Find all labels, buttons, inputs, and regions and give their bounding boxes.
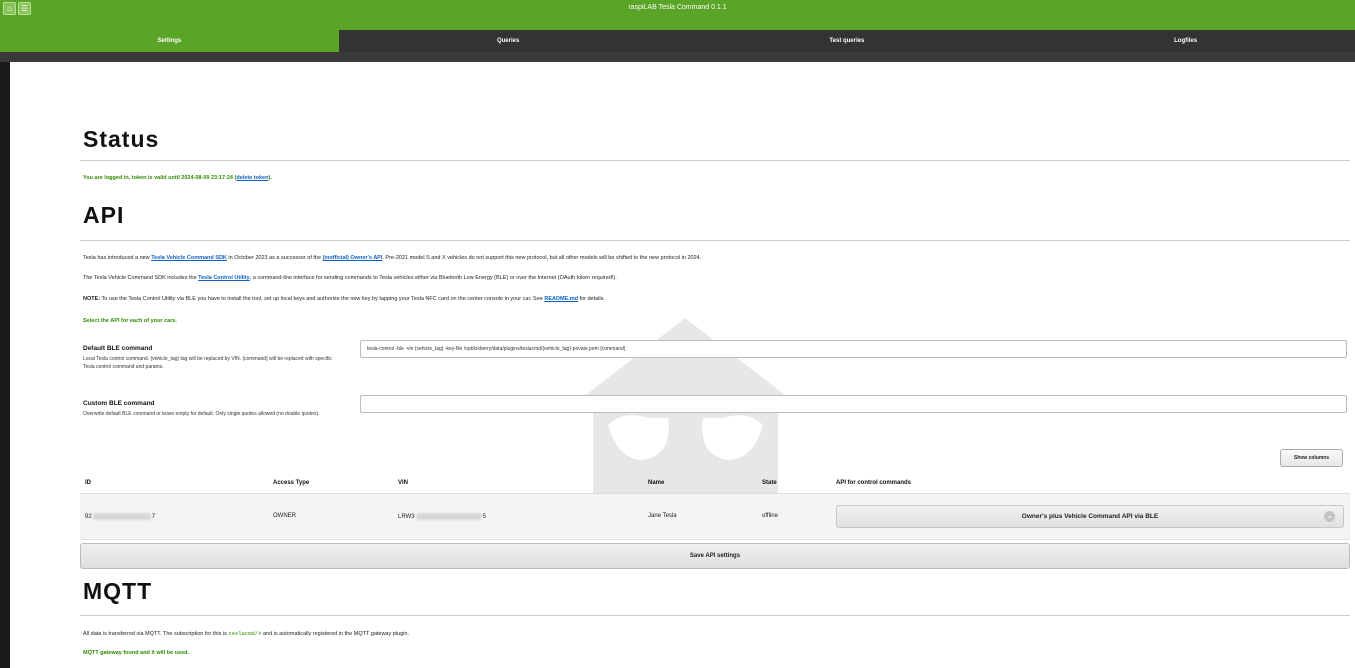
control-utility-paragraph: The Tesla Vehicle Command SDK includes t…	[83, 275, 617, 281]
access-type-cell: OWNER	[273, 513, 296, 519]
mqtt-gateway-status: MQTT gateway found and it will be used.	[83, 650, 190, 656]
tab-bar: Settings Queries Test queries Logfiles	[0, 30, 1355, 52]
custom-ble-label: Custom BLE command	[83, 400, 155, 407]
table-row: 92 7 OWNER LRW3 5 Jane Tesla offline Owner…	[80, 494, 1350, 540]
tab-logfiles[interactable]: Logfiles	[1016, 30, 1355, 52]
app-title: raspiLAB Tesla Command 0.1.1	[628, 4, 727, 11]
tab-queries[interactable]: Queries	[339, 30, 678, 52]
api-intro-paragraph: Tesla has introduced a new Tesla Vehicle…	[83, 255, 701, 261]
status-heading: Status	[83, 126, 160, 152]
tab-bar-shadow	[0, 52, 1355, 62]
vehicle-id-end: 7	[151, 514, 156, 521]
status-divider	[80, 160, 1350, 161]
readme-link[interactable]: README.md	[544, 296, 578, 302]
mqtt-subscription-topic: teslacmd/#	[228, 630, 262, 637]
redacted-id-mask	[92, 513, 151, 520]
vehicle-name-cell: Jane Tesla	[648, 513, 677, 519]
tesla-control-utility-link[interactable]: Tesla Control Utility	[198, 275, 250, 281]
note-label: NOTE:	[83, 296, 101, 302]
api-intro-text: Tesla has introduced a new	[83, 255, 152, 261]
control-utility-text-2: , a command-line interface for sending c…	[249, 275, 617, 281]
custom-ble-input[interactable]	[360, 395, 1347, 413]
mqtt-info-text-2: and is automatically registered in the M…	[261, 631, 409, 637]
api-select[interactable]: Owner's plus Vehicle Command API via BLE…	[836, 505, 1344, 528]
column-header-access-type: Access Type	[273, 480, 310, 486]
api-intro-text-3: . Pre-2021 model S and X vehicles do not…	[382, 255, 702, 261]
default-ble-label: Default BLE command	[83, 345, 153, 352]
default-ble-description: Local Tesla control command. {vehicle_ta…	[83, 356, 332, 370]
note-paragraph: NOTE: To use the Tesla Control Utility v…	[83, 296, 605, 302]
delete-token-link[interactable]: delete token	[236, 175, 268, 181]
column-header-id: ID	[85, 480, 91, 486]
api-divider	[80, 240, 1350, 241]
default-ble-input[interactable]: tesla-control -ble -vin {vehicle_tag} -k…	[360, 340, 1347, 358]
note-text: To use the Tesla Control Utility via BLE…	[100, 296, 545, 302]
login-status: You are logged in, token is valid until …	[83, 175, 272, 181]
control-utility-text: The Tesla Vehicle Command SDK includes t…	[83, 275, 199, 281]
vin-cell: LRW3 5	[398, 513, 486, 520]
mqtt-info-text: All data is transferred via MQTT. The su…	[83, 631, 229, 637]
custom-ble-description: Overwrite default BLE command or leave e…	[83, 411, 320, 417]
select-api-prompt: Select the API for each of your cars.	[83, 318, 177, 324]
show-columns-button[interactable]: Show columns	[1280, 449, 1343, 467]
vehicle-command-sdk-link[interactable]: Tesla Vehicle Command SDK	[151, 255, 227, 261]
column-header-name: Name	[648, 480, 665, 486]
column-header-state: State	[762, 480, 777, 486]
tab-test-queries[interactable]: Test queries	[678, 30, 1017, 52]
app-header: ⌂ ☰ raspiLAB Tesla Command 0.1.1	[0, 0, 1355, 30]
vehicle-id-cell: 92 7	[85, 513, 155, 520]
column-header-vin: VIN	[398, 480, 409, 486]
vehicles-table-header: ID Access Type VIN Name State API for co…	[80, 472, 1350, 494]
api-heading: API	[83, 202, 125, 228]
chevron-down-icon[interactable]: ⌄	[1324, 511, 1335, 522]
api-intro-text-2: in October 2023 as a successor of the	[226, 255, 323, 261]
note-text-2: for details.	[577, 296, 605, 302]
save-api-settings-button[interactable]: Save API settings	[80, 543, 1350, 569]
login-status-text: You are logged in, token is valid until …	[83, 175, 237, 181]
vehicle-id-start: 92	[85, 514, 92, 521]
tab-settings[interactable]: Settings	[0, 30, 339, 52]
mqtt-info-paragraph: All data is transferred via MQTT. The su…	[83, 630, 409, 637]
mqtt-divider	[80, 615, 1350, 616]
owners-api-link[interactable]: (inofficial) Owner's API	[323, 255, 383, 261]
vin-start: LRW3	[398, 514, 415, 521]
api-select-value: Owner's plus Vehicle Command API via BLE	[1021, 513, 1159, 520]
vin-end: 5	[482, 514, 486, 521]
mqtt-heading: MQTT	[83, 578, 153, 604]
redacted-vin-mask	[415, 513, 482, 520]
settings-content: Status You are logged in, token is valid…	[10, 62, 1355, 668]
column-header-api: API for control commands	[836, 480, 912, 486]
login-status-suffix: ).	[268, 175, 272, 181]
vehicle-state-cell: offline	[762, 513, 778, 519]
